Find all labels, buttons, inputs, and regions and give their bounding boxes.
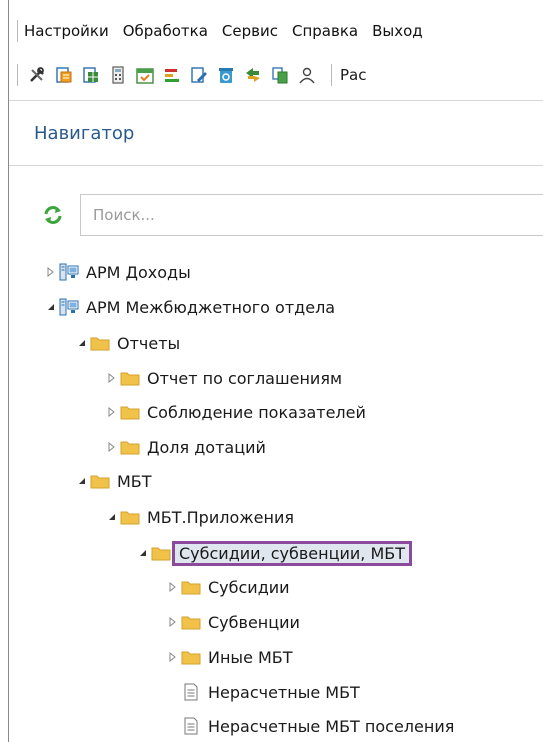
chart-icon[interactable] (161, 64, 183, 86)
menu-bar: Настройки Обработка Сервис Справка Выход (9, 14, 543, 48)
folder-icon (90, 472, 110, 490)
tree-item-label: Субсидии (208, 577, 290, 597)
tree-item[interactable]: Субвенции (168, 609, 300, 635)
calculator-icon[interactable] (107, 64, 129, 86)
toolbar: Рас (9, 60, 543, 90)
tree-item-label: Нерасчетные МБТ поселения (208, 716, 455, 736)
expand-arrow-icon[interactable] (168, 582, 178, 592)
expand-arrow-icon[interactable] (46, 267, 56, 277)
folder-icon (181, 613, 201, 631)
tree-item-label: Нерасчетные МБТ (208, 682, 360, 702)
menu-settings[interactable]: Настройки (24, 22, 109, 40)
document-icon (181, 683, 201, 701)
tree-item-label: МБТ (117, 471, 152, 491)
tree-item-label: АРМ Межбюджетного отдела (86, 297, 336, 317)
tree-item[interactable]: Доля дотаций (107, 434, 266, 460)
menu-processing[interactable]: Обработка (123, 22, 208, 40)
tree-item-selected[interactable]: Субсидии, субвенции, МБТ (138, 538, 413, 568)
folder-icon (151, 544, 171, 562)
toolbar-truncated-label[interactable]: Рас (340, 66, 366, 84)
tree-item[interactable]: Соблюдение показателей (107, 399, 366, 425)
tree-item[interactable]: АРМ Межбюджетного отдела (46, 294, 335, 320)
tree-item[interactable]: МБТ.Приложения (107, 504, 294, 530)
copy-icon[interactable] (269, 64, 291, 86)
tree-item[interactable]: Отчет по соглашениям (107, 365, 342, 391)
expand-arrow-icon[interactable] (107, 442, 117, 452)
search-box (80, 194, 543, 236)
tree-item-label: АРМ Доходы (86, 262, 191, 282)
workstation-icon (59, 298, 79, 316)
tree-item-label: Отчет по соглашениям (147, 368, 343, 388)
tree-item-label: Отчеты (117, 333, 181, 353)
navigator-title: Навигатор (34, 123, 135, 144)
folder-icon (181, 648, 201, 666)
toolbar-separator (17, 64, 18, 86)
tree-item-label: Субсидии, субвенции, МБТ (172, 540, 413, 566)
tree-item-label: МБТ.Приложения (147, 507, 294, 527)
folder-icon (90, 334, 110, 352)
transfer-icon[interactable] (242, 64, 264, 86)
tree-item[interactable]: Субсидии (168, 574, 290, 600)
tree-item-label: Субвенции (208, 612, 300, 632)
tree-item[interactable]: АРМ Доходы (46, 259, 191, 285)
menu-help[interactable]: Справка (292, 22, 358, 40)
folder-icon (120, 438, 140, 456)
folder-icon (120, 369, 140, 387)
workstation-icon (59, 263, 79, 281)
recycle-icon[interactable] (215, 64, 237, 86)
menu-service[interactable]: Сервис (222, 22, 278, 40)
calendar-icon[interactable] (134, 64, 156, 86)
collapse-arrow-icon[interactable] (46, 302, 56, 312)
tree-item-label: Доля дотаций (147, 437, 266, 457)
edit-document-icon[interactable] (188, 64, 210, 86)
toolbar-divider (9, 100, 543, 101)
document-icon (181, 717, 201, 735)
refresh-icon[interactable] (42, 204, 64, 226)
tree-item[interactable]: Отчеты (77, 330, 180, 356)
window-border (8, 0, 9, 742)
folder-icon (181, 578, 201, 596)
folder-icon (120, 508, 140, 526)
tools-icon[interactable] (26, 64, 48, 86)
tree-item[interactable]: Иные МБТ (168, 644, 293, 670)
tree-item[interactable]: Нерасчетные МБТ (181, 679, 360, 705)
tree-item-label: Соблюдение показателей (147, 402, 366, 422)
tree-item[interactable]: МБТ (77, 468, 152, 494)
expand-arrow-icon[interactable] (107, 407, 117, 417)
expand-arrow-icon[interactable] (168, 617, 178, 627)
tree-item[interactable]: Нерасчетные МБТ поселения (181, 713, 454, 739)
report-icon[interactable] (53, 64, 75, 86)
expand-arrow-icon[interactable] (168, 652, 178, 662)
folder-icon (120, 403, 140, 421)
tree-item-label: Иные МБТ (208, 647, 293, 667)
app-window: Настройки Обработка Сервис Справка Выход (0, 0, 543, 742)
navigator-divider (9, 165, 543, 166)
toolbar-separator (331, 64, 332, 86)
users-icon[interactable] (296, 64, 318, 86)
menu-exit[interactable]: Выход (372, 22, 423, 40)
collapse-arrow-icon[interactable] (77, 476, 87, 486)
collapse-arrow-icon[interactable] (107, 512, 117, 522)
document-grid-icon[interactable] (80, 64, 102, 86)
expand-arrow-icon[interactable] (107, 373, 117, 383)
collapse-arrow-icon[interactable] (138, 548, 148, 558)
menu-separator (17, 20, 18, 42)
search-input[interactable] (81, 195, 543, 235)
collapse-arrow-icon[interactable] (77, 338, 87, 348)
